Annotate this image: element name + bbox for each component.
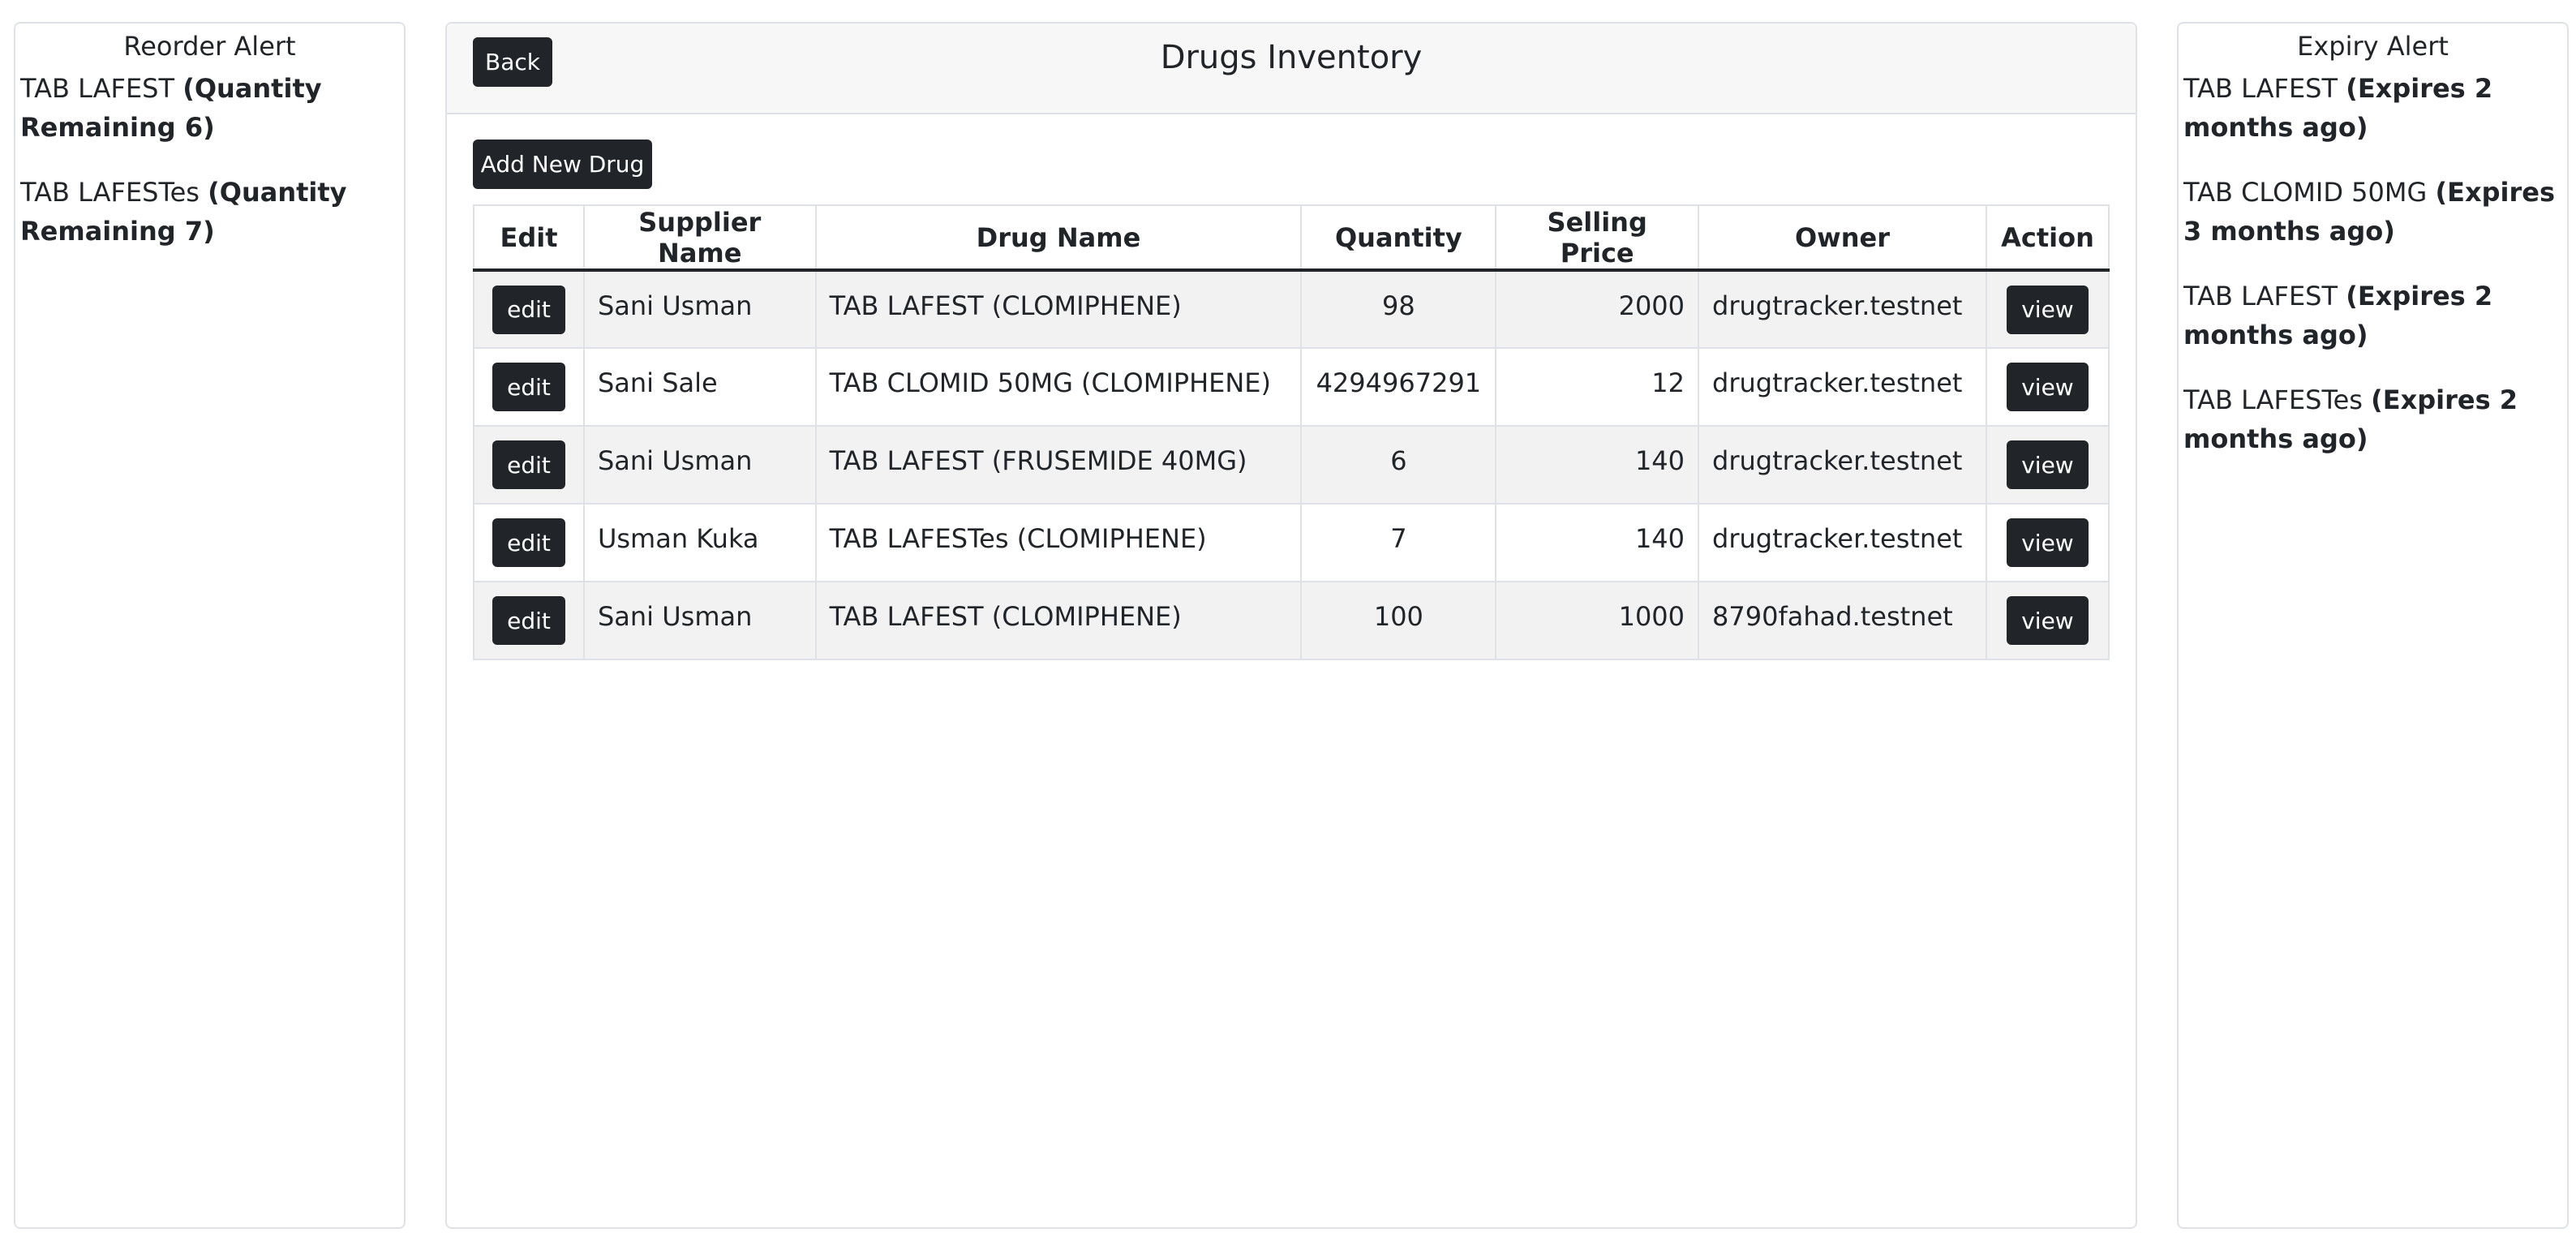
column-header-supplier-name: Supplier Name <box>582 204 817 272</box>
inventory-card: Back Drugs Inventory Add New Drug Edit S… <box>445 22 2137 1229</box>
drugs-table: Edit Supplier Name Drug Name Quantity Se… <box>473 204 2110 660</box>
expiry-alert-item: TAB LAFEST (Expires 2 months ago) <box>2183 277 2561 354</box>
owner-cell: 8790fahad.testnet <box>1698 581 1987 660</box>
edit-button[interactable]: edit <box>492 518 565 567</box>
drug-name-cell: TAB CLOMID 50MG (CLOMIPHENE) <box>814 347 1303 427</box>
reorder-alert-item: TAB LAFEST (Quantity Remaining 6) <box>20 69 397 147</box>
column-header-drug-name: Drug Name <box>814 204 1303 272</box>
view-button[interactable]: view <box>2007 363 2089 411</box>
action-cell: view <box>1985 581 2110 660</box>
view-button[interactable]: view <box>2007 285 2089 334</box>
inventory-card-header: Back Drugs Inventory <box>447 24 2136 114</box>
quantity-cell: 7 <box>1300 503 1497 582</box>
owner-cell: drugtracker.testnet <box>1698 269 1987 349</box>
quantity-cell: 100 <box>1300 581 1497 660</box>
edit-button[interactable]: edit <box>492 285 565 334</box>
table-row: edit Sani Usman TAB LAFEST (CLOMIPHENE) … <box>473 269 2110 349</box>
drug-name-cell: TAB LAFESTes (CLOMIPHENE) <box>814 503 1303 582</box>
action-cell: view <box>1985 347 2110 427</box>
edit-cell: edit <box>473 347 585 427</box>
expiry-alert-drug-name: TAB LAFEST <box>2183 281 2338 311</box>
selling-price-cell: 2000 <box>1495 269 1700 349</box>
quantity-cell: 6 <box>1300 425 1497 505</box>
edit-button[interactable]: edit <box>492 440 565 489</box>
reorder-alert-drug-name: TAB LAFEST <box>20 73 175 104</box>
reorder-alert-drug-name: TAB LAFESTes <box>20 177 200 208</box>
table-row: edit Sani Usman TAB LAFEST (FRUSEMIDE 40… <box>473 425 2110 505</box>
supplier-name-cell: Sani Usman <box>582 425 817 505</box>
view-button[interactable]: view <box>2007 518 2089 567</box>
drug-name-cell: TAB LAFEST (CLOMIPHENE) <box>814 269 1303 349</box>
expiry-alert-item: TAB CLOMID 50MG (Expires 3 months ago) <box>2183 173 2561 251</box>
edit-button[interactable]: edit <box>492 363 565 411</box>
supplier-name-cell: Sani Usman <box>582 269 817 349</box>
edit-cell: edit <box>473 269 585 349</box>
supplier-name-cell: Sani Sale <box>582 347 817 427</box>
drug-name-cell: TAB LAFEST (CLOMIPHENE) <box>814 581 1303 660</box>
reorder-alert-title: Reorder Alert <box>123 31 296 62</box>
table-header-row: Edit Supplier Name Drug Name Quantity Se… <box>473 204 2110 272</box>
column-header-edit: Edit <box>473 204 585 272</box>
expiry-alert-drug-name: TAB LAFESTes <box>2183 384 2363 415</box>
column-header-quantity: Quantity <box>1300 204 1497 272</box>
column-header-owner: Owner <box>1698 204 1987 272</box>
reorder-alert-item: TAB LAFESTes (Quantity Remaining 7) <box>20 173 397 251</box>
expiry-alert-item: TAB LAFESTes (Expires 2 months ago) <box>2183 380 2561 458</box>
expiry-alert-drug-name: TAB LAFEST <box>2183 73 2338 104</box>
supplier-name-cell: Usman Kuka <box>582 503 817 582</box>
table-row: edit Usman Kuka TAB LAFESTes (CLOMIPHENE… <box>473 503 2110 582</box>
owner-cell: drugtracker.testnet <box>1698 425 1987 505</box>
owner-cell: drugtracker.testnet <box>1698 347 1987 427</box>
page-title: Drugs Inventory <box>1160 39 1423 76</box>
expiry-alert-panel: Expiry Alert TAB LAFEST (Expires 2 month… <box>2177 22 2569 1229</box>
expiry-alert-list: TAB LAFEST (Expires 2 months ago) TAB CL… <box>2179 69 2567 458</box>
drug-name-cell: TAB LAFEST (FRUSEMIDE 40MG) <box>814 425 1303 505</box>
selling-price-cell: 1000 <box>1495 581 1700 660</box>
selling-price-cell: 140 <box>1495 425 1700 505</box>
view-button[interactable]: view <box>2007 440 2089 489</box>
column-header-selling-price: Selling Price <box>1495 204 1700 272</box>
edit-cell: edit <box>473 503 585 582</box>
column-header-action: Action <box>1985 204 2110 272</box>
quantity-cell: 98 <box>1300 269 1497 349</box>
add-new-drug-button[interactable]: Add New Drug <box>473 140 652 189</box>
edit-cell: edit <box>473 425 585 505</box>
action-cell: view <box>1985 503 2110 582</box>
supplier-name-cell: Sani Usman <box>582 581 817 660</box>
edit-cell: edit <box>473 581 585 660</box>
reorder-alert-panel: Reorder Alert TAB LAFEST (Quantity Remai… <box>14 22 406 1229</box>
action-cell: view <box>1985 269 2110 349</box>
action-cell: view <box>1985 425 2110 505</box>
selling-price-cell: 140 <box>1495 503 1700 582</box>
expiry-alert-drug-name: TAB CLOMID 50MG <box>2183 177 2428 208</box>
expiry-alert-item: TAB LAFEST (Expires 2 months ago) <box>2183 69 2561 147</box>
selling-price-cell: 12 <box>1495 347 1700 427</box>
table-row: edit Sani Usman TAB LAFEST (CLOMIPHENE) … <box>473 581 2110 660</box>
reorder-alert-list: TAB LAFEST (Quantity Remaining 6) TAB LA… <box>15 69 404 251</box>
view-button[interactable]: view <box>2007 596 2089 645</box>
quantity-cell: 4294967291 <box>1300 347 1497 427</box>
owner-cell: drugtracker.testnet <box>1698 503 1987 582</box>
edit-button[interactable]: edit <box>492 596 565 645</box>
expiry-alert-title: Expiry Alert <box>2297 31 2449 62</box>
table-row: edit Sani Sale TAB CLOMID 50MG (CLOMIPHE… <box>473 347 2110 427</box>
